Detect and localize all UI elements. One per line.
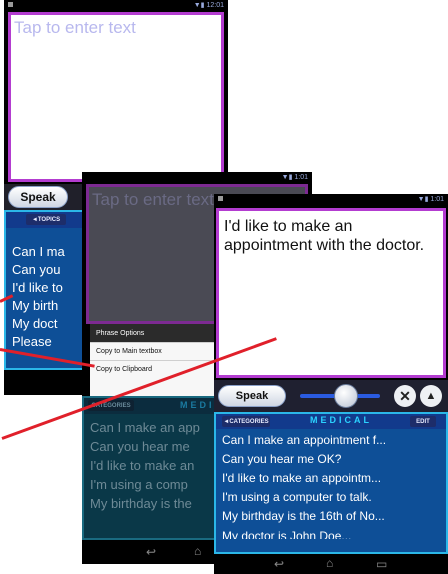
- phrase-item[interactable]: Can I ma: [12, 244, 65, 259]
- phrase-item[interactable]: My birthday is the 16th of No...: [222, 509, 444, 523]
- phrase-item[interactable]: I'm using a computer to talk.: [222, 490, 444, 504]
- phrase-item[interactable]: Can I make an appointment f...: [222, 433, 444, 447]
- phrase-item[interactable]: Can you hear me: [90, 439, 190, 454]
- volume-slider-knob[interactable]: [334, 384, 358, 408]
- controls-bar: Speak ✕ ▲: [214, 380, 448, 412]
- screen-3: ▼▮ 1:01 I'd like to make an appointment …: [214, 194, 448, 574]
- collapse-button[interactable]: ▲: [420, 385, 442, 407]
- phrase-item[interactable]: Can I make an app: [90, 420, 200, 435]
- phrase-panel: ◄CATEGORIES MEDICAL EDIT Can I make an a…: [214, 412, 448, 554]
- nav-bar: ↩ ⌂ ▭: [214, 554, 448, 574]
- status-bar: ▼▮ 1:01: [82, 172, 312, 182]
- phrase-item[interactable]: My birth: [12, 298, 58, 313]
- main-textbox[interactable]: Tap to enter text: [8, 12, 224, 182]
- signal-icon: ▼▮ 12:01: [193, 2, 224, 9]
- speak-button[interactable]: Speak: [8, 186, 68, 208]
- textbox-text: I'd like to make an appointment with the…: [224, 218, 425, 254]
- textbox-placeholder: Tap to enter text: [14, 18, 136, 37]
- main-textbox[interactable]: I'd like to make an appointment with the…: [216, 208, 446, 378]
- notification-icon: [8, 2, 13, 7]
- topics-button[interactable]: ◄TOPICS: [26, 214, 66, 225]
- back-icon[interactable]: ↩: [146, 545, 156, 559]
- back-icon[interactable]: ↩: [274, 557, 284, 571]
- home-icon[interactable]: ⌂: [326, 556, 333, 570]
- signal-icon: ▼▮ 1:01: [417, 196, 444, 203]
- category-bar: ◄CATEGORIES MEDICAL EDIT: [216, 414, 446, 429]
- phrase-item[interactable]: I'm using a comp: [90, 477, 188, 492]
- phrase-item[interactable]: I'd like to: [12, 280, 63, 295]
- phrase-item[interactable]: I'd like to make an: [90, 458, 194, 473]
- phrase-item[interactable]: Can you hear me OK?: [222, 452, 444, 466]
- phrase-item[interactable]: Can you: [12, 262, 60, 277]
- recent-apps-icon[interactable]: ▭: [376, 557, 387, 571]
- categories-button[interactable]: ◄CATEGORIES: [222, 416, 270, 427]
- status-bar: ▼▮ 1:01: [214, 194, 448, 208]
- category-title: MEDICAL: [310, 415, 372, 425]
- phrase-item[interactable]: Please: [12, 334, 52, 349]
- speak-button[interactable]: Speak: [218, 385, 286, 407]
- signal-icon: ▼▮ 1:01: [281, 174, 308, 181]
- phrase-item[interactable]: My birthday is the: [90, 496, 192, 511]
- status-bar: ▼▮ 12:01: [4, 0, 228, 10]
- clear-text-button[interactable]: ✕: [394, 385, 416, 407]
- phrase-item[interactable]: I'd like to make an appointm...: [222, 471, 444, 485]
- notification-icon: [218, 196, 223, 201]
- home-icon[interactable]: ⌂: [194, 544, 201, 558]
- edit-button[interactable]: EDIT: [410, 416, 436, 427]
- phrase-item[interactable]: My doctor is John Doe...: [222, 529, 444, 539]
- phrase-item[interactable]: My doct: [12, 316, 58, 331]
